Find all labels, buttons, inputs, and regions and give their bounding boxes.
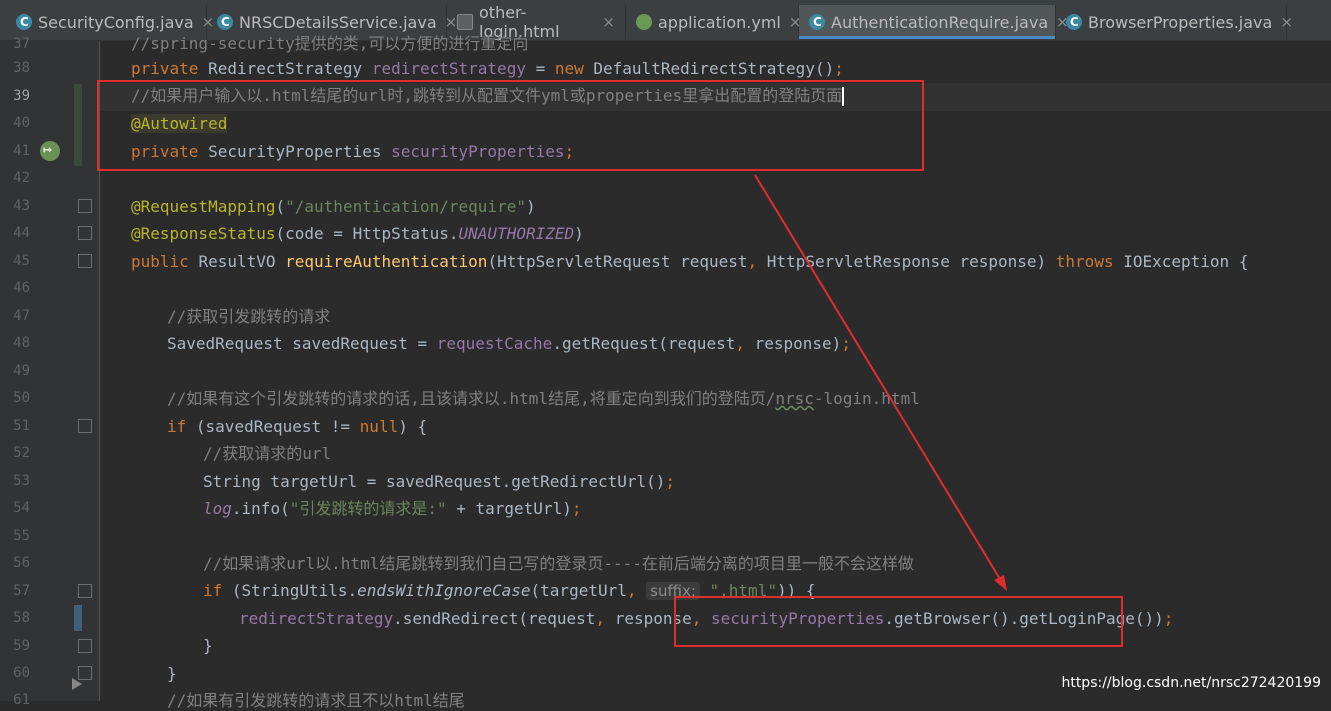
arrow-head: [994, 575, 1007, 591]
watermark: https://blog.csdn.net/nrsc272420199: [1061, 675, 1321, 691]
annotation-arrow: [754, 174, 1007, 591]
arrow-line: [754, 174, 1004, 585]
